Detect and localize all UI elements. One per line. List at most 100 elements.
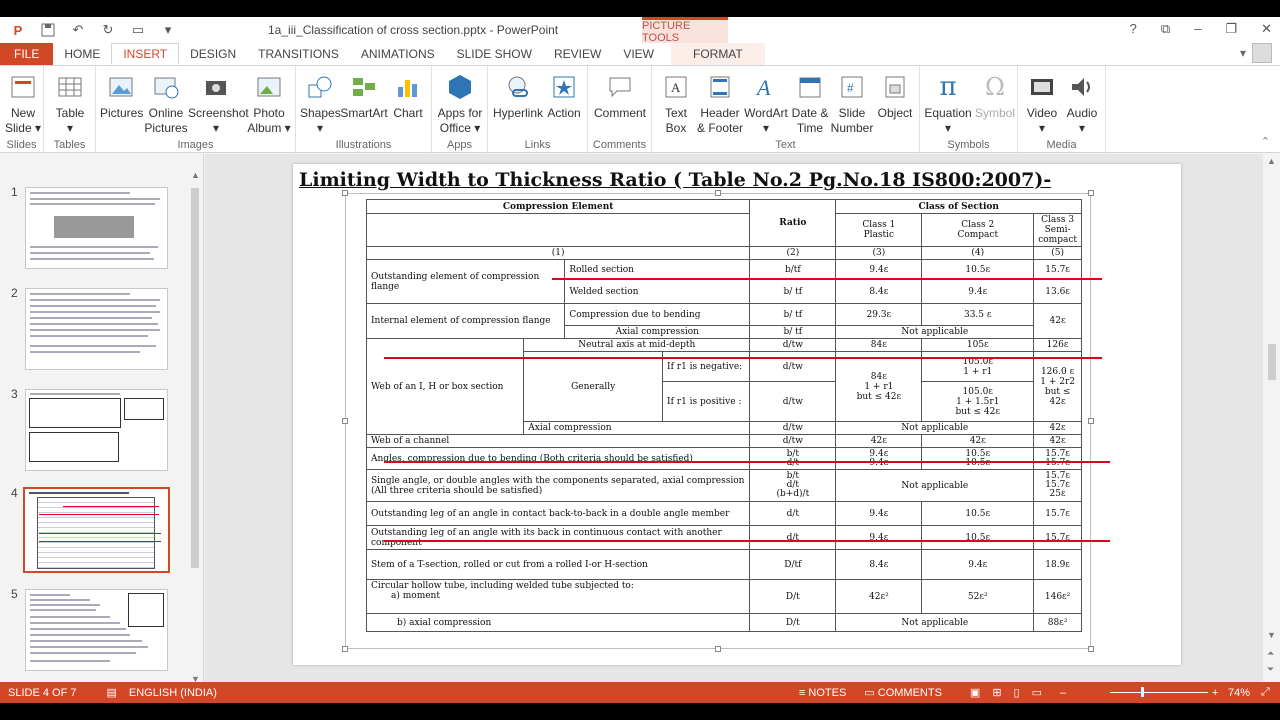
slide-thumbnail-3[interactable] — [25, 389, 168, 471]
value-cell: 8.4ε — [835, 279, 923, 304]
scrollbar-thumb[interactable] — [191, 188, 199, 568]
table-button[interactable]: Table ▾ — [52, 72, 88, 136]
tab-file[interactable]: FILE — [0, 43, 54, 65]
start-from-beginning-icon[interactable]: ▭ — [130, 22, 146, 38]
scrollbar-thumb[interactable] — [1268, 344, 1276, 380]
zoom-level[interactable]: 74% — [1222, 687, 1256, 699]
ratio-cell: d/tw — [749, 434, 837, 448]
group-symbols: π Equation ▾ Ω Symbol Symbols — [920, 66, 1018, 154]
tab-design[interactable]: DESIGN — [179, 43, 247, 65]
customize-toolbar-icon[interactable]: ▾ — [160, 22, 176, 38]
group-links: Hyperlink Action Links — [488, 66, 588, 154]
thumbnails-scrollbar[interactable]: ▲ ▼ — [188, 170, 202, 684]
notes-button[interactable]: ≡ NOTES — [793, 687, 852, 699]
language-indicator[interactable]: ENGLISH (INDIA) — [123, 687, 223, 699]
help-icon[interactable]: ? — [1130, 21, 1137, 37]
resize-handle[interactable] — [342, 646, 348, 652]
tab-slide-show[interactable]: SLIDE SHOW — [446, 43, 543, 65]
scroll-down-icon[interactable]: ▼ — [1267, 630, 1276, 640]
tab-animations[interactable]: ANIMATIONS — [350, 43, 446, 65]
value-cell: 9.4ε — [835, 259, 923, 280]
ratio-cell: D/tf — [749, 549, 837, 580]
tab-insert[interactable]: INSERT — [111, 43, 180, 65]
redo-icon[interactable]: ↻ — [100, 22, 116, 38]
shapes-button[interactable]: Shapes ▾ — [300, 72, 341, 136]
minimize-icon[interactable]: – — [1194, 21, 1201, 37]
ribbon-tabs: FILE HOME INSERT DESIGN TRANSITIONS ANIM… — [0, 43, 1280, 65]
fit-slide-icon[interactable]: ⤢ — [1255, 686, 1276, 699]
text-box-button[interactable]: A Text Box — [656, 72, 696, 136]
resize-handle[interactable] — [715, 190, 721, 196]
equation-button[interactable]: π Equation ▾ — [922, 72, 974, 136]
row-label: If r1 is positive : — [662, 381, 751, 422]
tab-review[interactable]: REVIEW — [543, 43, 612, 65]
comments-button[interactable]: ▭ COMMENTS — [858, 686, 948, 699]
user-account[interactable]: ▾ — [1240, 43, 1272, 63]
reading-view-icon[interactable]: ▯ — [1008, 686, 1026, 699]
close-icon[interactable]: ✕ — [1261, 21, 1272, 37]
resize-handle[interactable] — [342, 190, 348, 196]
smartart-button[interactable]: SmartArt — [340, 72, 388, 121]
restore-icon[interactable]: ❐ — [1225, 21, 1237, 37]
slide-number-button[interactable]: # Slide Number — [830, 72, 874, 136]
resize-handle[interactable] — [342, 418, 348, 424]
collapse-ribbon-icon[interactable]: ⌃ — [1261, 135, 1270, 148]
previous-slide-icon[interactable]: ⏶ — [1267, 648, 1274, 659]
moment-label: a) moment — [391, 591, 440, 601]
apps-for-office-button[interactable]: Apps for Office ▾ — [436, 72, 484, 136]
normal-view-icon[interactable]: ▣ — [964, 686, 986, 699]
photo-album-button[interactable]: Photo Album ▾ — [246, 72, 292, 136]
scroll-up-icon[interactable]: ▲ — [1267, 156, 1276, 166]
slide-thumbnail-5[interactable] — [25, 589, 168, 671]
ribbon-display-icon[interactable]: ⧉ — [1161, 21, 1170, 37]
slide-thumbnail-1[interactable] — [25, 187, 168, 269]
avatar[interactable] — [1252, 43, 1272, 63]
pictures-button[interactable]: Pictures — [100, 72, 143, 121]
hyperlink-button[interactable]: Hyperlink — [492, 72, 544, 121]
ribbon-insert: New Slide ▾ Slides Table ▾ Tables Pictur… — [0, 65, 1280, 154]
slide-title[interactable]: Limiting Width to Thickness Ratio ( Tabl… — [299, 169, 1051, 191]
tab-home[interactable]: HOME — [53, 43, 111, 65]
video-button[interactable]: Video ▾ — [1022, 72, 1062, 136]
header-footer-button[interactable]: Header & Footer — [696, 72, 744, 136]
scroll-up-icon[interactable]: ▲ — [191, 170, 200, 180]
group-label-media: Media — [1046, 139, 1077, 151]
chart-button[interactable]: Chart — [390, 72, 426, 121]
tab-view[interactable]: VIEW — [612, 43, 665, 65]
slide-scrollbar[interactable]: ▲ ▼ ⏶ ⏷ — [1264, 154, 1280, 682]
object-button[interactable]: Object — [874, 72, 916, 121]
slide-thumbnail-2[interactable] — [25, 288, 168, 370]
selected-picture-frame[interactable]: Compression Element Ratio Class of Secti… — [342, 190, 1110, 652]
resize-handle[interactable] — [1088, 190, 1094, 196]
zoom-slider-thumb[interactable] — [1141, 687, 1144, 697]
wordart-button[interactable]: A WordArt ▾ — [744, 72, 788, 136]
spell-check-icon[interactable]: ▤ — [100, 686, 122, 699]
undo-icon[interactable]: ↶ — [70, 22, 86, 38]
action-button[interactable]: Action — [544, 72, 584, 121]
save-icon[interactable] — [40, 22, 56, 38]
slide-show-icon[interactable]: ▭ — [1026, 686, 1048, 699]
slide-sorter-icon[interactable]: ⊞ — [986, 686, 1007, 699]
slide-thumbnail-4-selected[interactable] — [23, 487, 170, 573]
new-slide-label: New Slide ▾ — [4, 106, 42, 135]
value-cell: 15.7ε — [1033, 259, 1082, 280]
zoom-slider-track[interactable] — [1110, 692, 1208, 693]
tab-format[interactable]: FORMAT — [670, 43, 765, 65]
action-icon — [549, 72, 579, 102]
date-time-button[interactable]: Date & Time — [788, 72, 832, 136]
symbol-button[interactable]: Ω Symbol — [974, 72, 1016, 121]
slide-4[interactable]: Limiting Width to Thickness Ratio ( Tabl… — [293, 164, 1181, 665]
resize-handle[interactable] — [1088, 646, 1094, 652]
resize-handle[interactable] — [1088, 418, 1094, 424]
resize-handle[interactable] — [715, 646, 721, 652]
audio-button[interactable]: Audio ▾ — [1062, 72, 1102, 136]
next-slide-icon[interactable]: ⏷ — [1267, 664, 1274, 675]
ratio-cell: d/tw — [749, 381, 837, 422]
zoom-out-icon[interactable]: – — [1054, 687, 1072, 699]
group-images: Pictures Online Pictures Screenshot ▾ Ph… — [96, 66, 296, 154]
new-slide-button[interactable]: New Slide ▾ — [4, 72, 42, 136]
comment-button[interactable]: Comment — [592, 72, 648, 121]
tab-transitions[interactable]: TRANSITIONS — [247, 43, 350, 65]
screenshot-button[interactable]: Screenshot ▾ — [188, 72, 249, 136]
online-pictures-button[interactable]: Online Pictures — [144, 72, 188, 136]
